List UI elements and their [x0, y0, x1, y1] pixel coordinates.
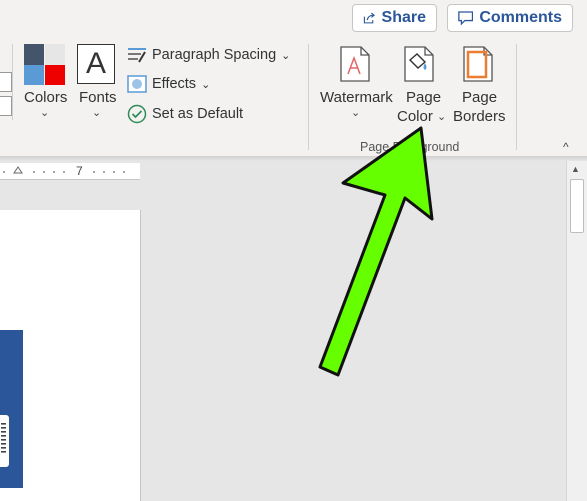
checkmark-icon [127, 104, 147, 124]
ribbon-separator [12, 44, 13, 120]
page-borders-label-line2[interactable]: Borders [453, 108, 506, 125]
paragraph-spacing-button[interactable]: Paragraph Spacing ⌄ [127, 46, 290, 64]
paragraph-spacing-icon [128, 48, 146, 63]
share-button[interactable]: Share [352, 4, 437, 32]
fonts-label[interactable]: Fonts [79, 89, 117, 106]
share-label: Share [381, 9, 426, 26]
ruler-ticks [3, 166, 125, 174]
ribbon-separator [308, 44, 309, 150]
watermark-label[interactable]: Watermark [320, 89, 393, 106]
effects-button[interactable]: Effects ⌄ [127, 75, 210, 93]
collapse-ribbon-icon[interactable]: ^ [563, 140, 569, 154]
vertical-scrollbar[interactable]: ▲ [566, 161, 587, 501]
comments-icon [458, 11, 474, 26]
scroll-thumb[interactable] [570, 179, 584, 233]
fonts-icon[interactable]: A [77, 44, 115, 84]
horizontal-ruler[interactable] [0, 163, 140, 180]
page-color-icon[interactable] [404, 46, 436, 82]
dots-icon [1, 423, 6, 453]
left-stub-dropdown-2[interactable] [0, 96, 12, 116]
page-background-group-label: Page Background [360, 140, 460, 154]
effects-chevron-icon: ⌄ [201, 78, 211, 91]
ribbon-shadow [0, 156, 587, 161]
set-as-default-button[interactable]: Set as Default [127, 104, 243, 124]
page-borders-label-line1[interactable]: Page [462, 89, 497, 106]
colors-label[interactable]: Colors [24, 89, 67, 106]
ribbon-separator [516, 44, 517, 150]
scroll-up-icon[interactable]: ▲ [571, 164, 580, 174]
colors-chevron-icon[interactable]: ⌄ [40, 106, 49, 119]
effects-label: Effects [152, 76, 197, 92]
watermark-chevron-icon[interactable]: ⌄ [351, 106, 360, 119]
share-icon [363, 12, 376, 24]
comments-label: Comments [479, 9, 562, 26]
comments-button[interactable]: Comments [447, 4, 573, 32]
page-borders-icon[interactable] [463, 46, 493, 82]
paragraph-spacing-label: Paragraph Spacing [152, 47, 277, 63]
effects-icon [127, 75, 147, 93]
document-white-tab [0, 415, 9, 467]
paragraph-spacing-chevron-icon: ⌄ [281, 49, 291, 62]
colors-icon[interactable] [24, 44, 66, 86]
page-color-label-line1[interactable]: Page [406, 89, 441, 106]
fonts-glyph: A [85, 47, 106, 80]
page-color-label-line2[interactable]: Color [397, 108, 433, 125]
set-as-default-label: Set as Default [152, 106, 244, 122]
left-stub-dropdown-1[interactable] [0, 72, 12, 92]
ruler-number: 7 [76, 164, 83, 178]
fonts-chevron-icon[interactable]: ⌄ [92, 106, 101, 119]
page-color-chevron-icon[interactable]: ⌄ [437, 110, 446, 123]
watermark-icon[interactable] [340, 46, 370, 82]
